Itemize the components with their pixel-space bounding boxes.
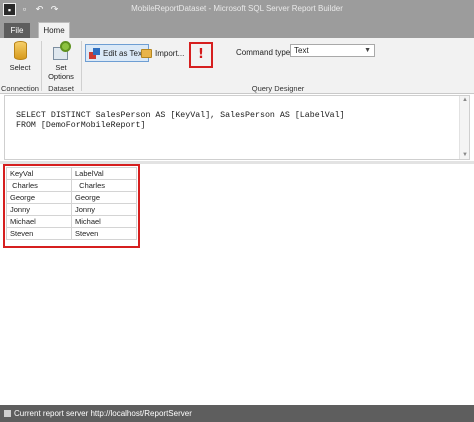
- tab-home[interactable]: Home: [38, 22, 70, 38]
- import-button[interactable]: Import...: [141, 44, 184, 62]
- dataset-group: Set Options Dataset: [42, 38, 80, 94]
- table-row: Charles Charles: [6, 179, 137, 192]
- dataset-options-icon: [51, 41, 71, 61]
- select-connection-button[interactable]: Select: [5, 41, 35, 72]
- table-row: Steven Steven: [6, 227, 137, 240]
- table-cell[interactable]: Michael: [71, 215, 137, 228]
- query-text-editor[interactable]: SELECT DISTINCT SalesPerson AS [KeyVal],…: [4, 95, 470, 160]
- table-cell[interactable]: Michael: [6, 215, 72, 228]
- scroll-down-icon[interactable]: ▼: [460, 152, 470, 158]
- query-text: SELECT DISTINCT SalesPerson AS [KeyVal],…: [16, 111, 345, 131]
- table-cell[interactable]: Steven: [6, 227, 72, 240]
- edit-as-text-button[interactable]: Edit as Text: [85, 44, 150, 62]
- table-cell[interactable]: Charles: [6, 179, 72, 192]
- query-scrollbar[interactable]: ▲ ▼: [459, 96, 469, 159]
- table-cell[interactable]: Steven: [71, 227, 137, 240]
- query-designer-group-label: Query Designer: [251, 84, 305, 93]
- set-options-label-line1: Set: [55, 63, 67, 72]
- results-header-row: KeyVal LabelVal: [6, 167, 137, 180]
- window-title: MobileReportDataset - Microsoft SQL Serv…: [131, 4, 343, 13]
- table-row: George George: [6, 191, 137, 204]
- title-bar: ▪ ▫ ↶ ↷ MobileReportDataset - Microsoft …: [0, 0, 474, 20]
- set-options-button[interactable]: Set Options: [45, 41, 77, 81]
- column-header[interactable]: KeyVal: [6, 167, 72, 180]
- connection-group: Select Connection: [0, 38, 40, 94]
- table-cell[interactable]: George: [6, 191, 72, 204]
- command-type-label: Command type:: [236, 48, 293, 57]
- server-icon: [4, 410, 11, 417]
- status-bar: Current report server http://localhost/R…: [0, 405, 474, 422]
- tab-file[interactable]: File: [4, 23, 30, 38]
- scroll-up-icon[interactable]: ▲: [460, 97, 470, 103]
- edit-as-text-label: Edit as Text: [103, 48, 145, 58]
- table-cell[interactable]: George: [71, 191, 137, 204]
- run-query-button[interactable]: !: [194, 46, 208, 64]
- database-icon: [13, 41, 27, 60]
- query-line-2: FROM [DemoForMobileReport]: [16, 121, 146, 130]
- table-row: Michael Michael: [6, 215, 137, 228]
- set-options-label-line2: Options: [48, 72, 74, 81]
- edit-as-text-icon: [89, 47, 100, 59]
- select-button-label: Select: [9, 63, 31, 72]
- table-row: Jonny Jonny: [6, 203, 137, 216]
- dataset-group-label: Dataset: [48, 84, 74, 93]
- ribbon-tab-row: File Home: [0, 20, 474, 38]
- results-pane: KeyVal LabelVal Charles Charles George G…: [0, 164, 474, 404]
- connection-group-label: Connection: [1, 84, 39, 93]
- import-label: Import...: [155, 48, 185, 58]
- folder-icon: [141, 48, 152, 58]
- chevron-down-icon: ▼: [364, 47, 371, 54]
- ribbon: Select Connection Set Options Dataset Qu…: [0, 38, 474, 94]
- column-header[interactable]: LabelVal: [71, 167, 137, 180]
- query-line-1: SELECT DISTINCT SalesPerson AS [KeyVal],…: [16, 111, 345, 120]
- run-button-highlight: !: [189, 42, 213, 68]
- results-highlight: KeyVal LabelVal Charles Charles George G…: [3, 164, 140, 248]
- command-type-select[interactable]: Text ▼: [290, 44, 375, 57]
- table-cell[interactable]: Charles: [71, 179, 137, 192]
- status-text: Current report server http://localhost/R…: [14, 409, 192, 418]
- table-cell[interactable]: Jonny: [6, 203, 72, 216]
- table-cell[interactable]: Jonny: [71, 203, 137, 216]
- command-type-value: Text: [294, 46, 309, 55]
- results-grid: KeyVal LabelVal Charles Charles George G…: [6, 167, 137, 240]
